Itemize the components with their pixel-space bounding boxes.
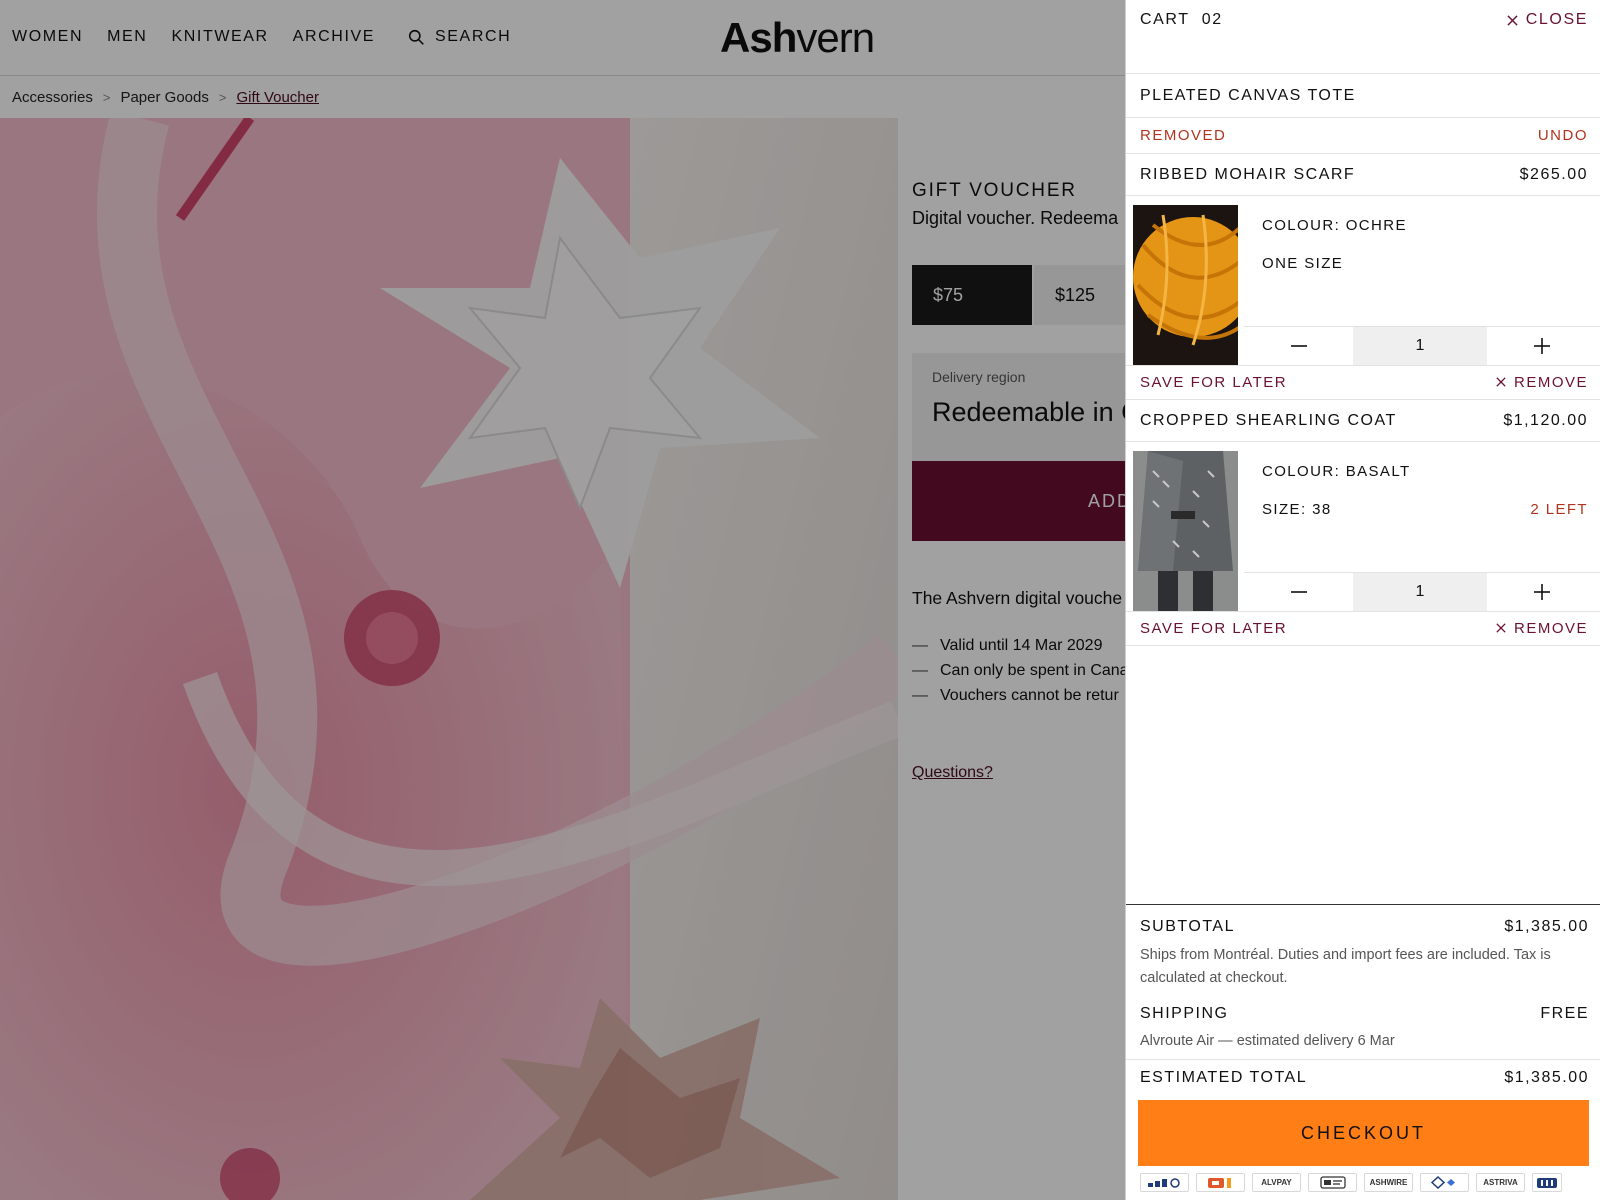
cart-item: CROPPED SHEARLING COAT $1,120.00 COLOUR:…: [1126, 400, 1600, 646]
cart-title: CART 02: [1140, 11, 1223, 29]
payment-methods: ALVPAY ASHWIRE ASTRIVA: [1140, 1173, 1562, 1192]
low-stock-badge: 2 LEFT: [1530, 501, 1588, 518]
removed-status: REMOVED: [1140, 127, 1227, 144]
close-icon: [1496, 623, 1506, 633]
payment-d-icon: [1196, 1173, 1245, 1192]
cart-item-header: RIBBED MOHAIR SCARF $265.00: [1126, 154, 1600, 196]
decrease-quantity-button[interactable]: [1244, 327, 1353, 365]
cart-item-price: $265.00: [1519, 165, 1588, 183]
yarn-image: [1133, 205, 1238, 365]
payment-ashwire: ASHWIRE: [1364, 1173, 1413, 1192]
shipping-note: Alvroute Air — estimated delivery 6 Mar: [1126, 1030, 1600, 1060]
remove-button[interactable]: REMOVE: [1496, 374, 1588, 391]
remove-button[interactable]: REMOVE: [1496, 620, 1588, 637]
payment-card-icon: [1308, 1173, 1357, 1192]
yarn-thumbnail[interactable]: [1133, 205, 1238, 365]
total-value: $1,385.00: [1504, 1069, 1589, 1086]
remove-label: REMOVE: [1513, 620, 1588, 637]
close-label: CLOSE: [1525, 11, 1588, 28]
removed-item-title: PLEATED CANVAS TOTE: [1140, 86, 1356, 104]
increase-quantity-button[interactable]: [1487, 327, 1596, 365]
save-for-later-button[interactable]: SAVE FOR LATER: [1140, 374, 1287, 391]
plus-icon: [1533, 584, 1550, 600]
payment-astriva: ASTRIVA: [1476, 1173, 1525, 1192]
quantity-value: 1: [1353, 573, 1487, 611]
cart-item-size: ONE SIZE: [1262, 255, 1344, 272]
quantity-stepper: 1: [1244, 326, 1600, 365]
cart-summary: SUBTOTAL $1,385.00 Ships from Montréal. …: [1126, 904, 1600, 1087]
remove-label: REMOVE: [1513, 374, 1588, 391]
cart-item-actions: SAVE FOR LATER REMOVE: [1126, 366, 1600, 400]
page-overlay[interactable]: [0, 0, 1126, 1200]
shipping-row: SHIPPING FREE: [1126, 1005, 1600, 1023]
cart-item-colour: COLOUR: OCHRE: [1262, 217, 1407, 234]
coat-thumbnail[interactable]: [1133, 451, 1238, 611]
cart-drawer: CART 02 CLOSE PLEATED CANVAS TOTE REMOVE…: [1125, 0, 1600, 1200]
close-cart-button[interactable]: CLOSE: [1507, 11, 1588, 29]
close-icon: [1507, 14, 1518, 26]
coat-image: [1133, 451, 1238, 611]
cart-item: RIBBED MOHAIR SCARF $265.00 COLOUR: OCHR…: [1126, 154, 1600, 400]
removed-item-status-row: REMOVED UNDO: [1126, 118, 1600, 154]
subtotal-row: SUBTOTAL $1,385.00: [1126, 918, 1600, 936]
removed-item-name: PLEATED CANVAS TOTE: [1126, 74, 1600, 118]
quantity-stepper: 1: [1244, 572, 1600, 611]
cart-item-name: RIBBED MOHAIR SCARF: [1140, 165, 1356, 183]
plus-icon: [1533, 338, 1550, 354]
checkout-button[interactable]: CHECKOUT: [1138, 1100, 1589, 1166]
cart-item-body: COLOUR: OCHRE ONE SIZE 1: [1126, 196, 1600, 366]
shipping-label: SHIPPING: [1140, 1005, 1229, 1022]
subtotal-label: SUBTOTAL: [1140, 918, 1235, 935]
cart-item-name: CROPPED SHEARLING COAT: [1140, 411, 1397, 429]
payment-diamond-icon: [1420, 1173, 1469, 1192]
cart-item-price: $1,120.00: [1503, 411, 1588, 429]
increase-quantity-button[interactable]: [1487, 573, 1596, 611]
subtotal-value: $1,385.00: [1504, 918, 1589, 935]
save-for-later-button[interactable]: SAVE FOR LATER: [1140, 620, 1287, 637]
payment-alvpay: ALVPAY: [1252, 1173, 1301, 1192]
cart-item-actions: SAVE FOR LATER REMOVE: [1126, 612, 1600, 646]
shipping-value: FREE: [1540, 1005, 1589, 1022]
quantity-value: 1: [1353, 327, 1487, 365]
cart-item-colour: COLOUR: BASALT: [1262, 463, 1411, 480]
subtotal-note: Ships from Montréal. Duties and import f…: [1140, 947, 1551, 986]
cart-item-body: COLOUR: BASALT SIZE: 38 2 LEFT 1: [1126, 442, 1600, 612]
close-icon: [1496, 377, 1506, 387]
payment-bars-icon: [1532, 1173, 1562, 1192]
minus-icon: [1290, 345, 1307, 347]
decrease-quantity-button[interactable]: [1244, 573, 1353, 611]
cart-header: CART 02 CLOSE: [1126, 0, 1600, 74]
total-label: ESTIMATED TOTAL: [1140, 1069, 1308, 1086]
cart-item-header: CROPPED SHEARLING COAT $1,120.00: [1126, 400, 1600, 442]
total-row: ESTIMATED TOTAL $1,385.00: [1126, 1069, 1600, 1087]
minus-icon: [1290, 591, 1307, 593]
payment-dots-icon: [1140, 1173, 1189, 1192]
cart-title-label: CART: [1140, 11, 1190, 28]
cart-item-size: SIZE: 38: [1262, 501, 1332, 518]
cart-count: 02: [1201, 11, 1223, 28]
undo-button[interactable]: UNDO: [1538, 127, 1588, 144]
